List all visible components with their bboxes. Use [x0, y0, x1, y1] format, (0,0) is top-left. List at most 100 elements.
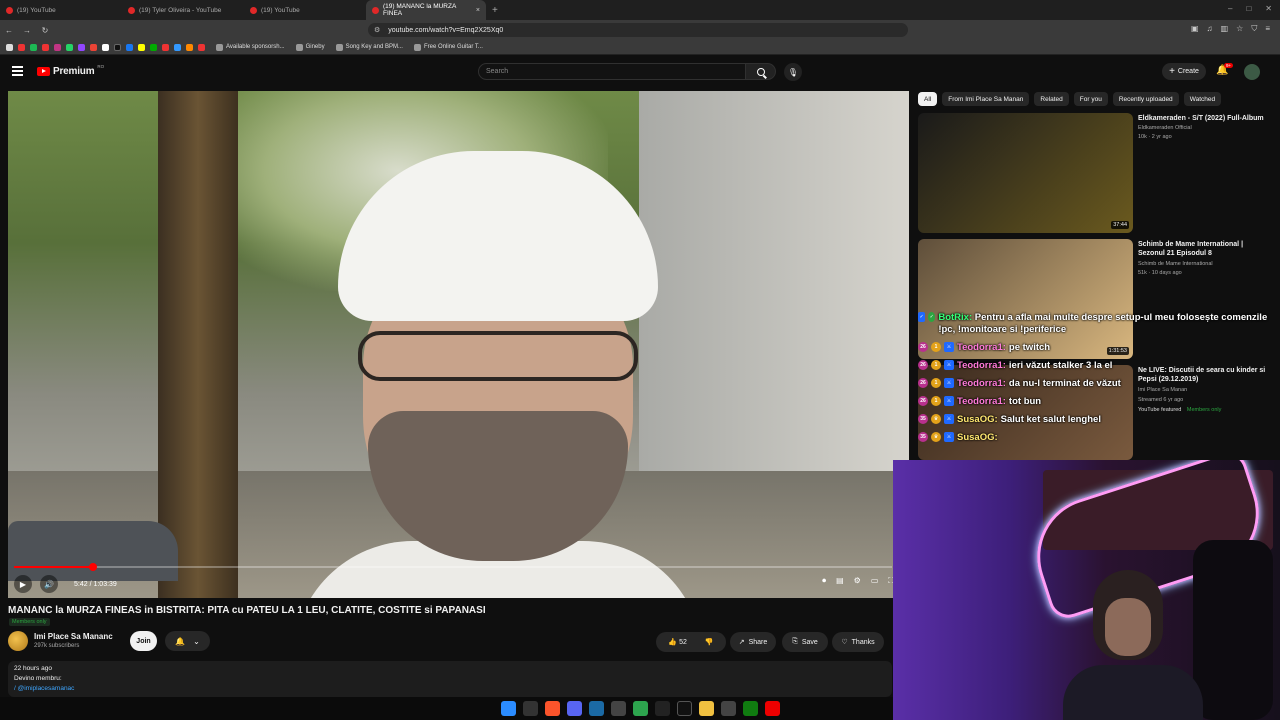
gmail-icon[interactable] [90, 43, 97, 51]
join-button[interactable]: Join [130, 631, 157, 651]
browser-tab[interactable]: (19) Tyler Oliveira - YouTube [122, 0, 244, 20]
steam-icon[interactable] [589, 701, 604, 716]
progress-scrubber[interactable] [89, 563, 98, 571]
x-icon[interactable] [677, 701, 692, 716]
volume-button[interactable]: 🔊 [40, 575, 58, 593]
recommended-channel[interactable]: Schimb de Mame International [1138, 261, 1213, 267]
subscribed-button[interactable]: 🔔 ⌄ [165, 631, 210, 651]
minimize-icon[interactable]: – [1228, 4, 1232, 13]
reload-icon[interactable]: ↻ [36, 26, 54, 35]
chat-message: 26 1 ⚔ Teodorra1: ieri văzut stalker 3 l… [918, 356, 1268, 374]
bookmark-item[interactable]: Song Key and BPM... [335, 43, 403, 51]
apps-icon[interactable] [6, 43, 13, 51]
bookmark-favicon-icon[interactable] [162, 43, 169, 51]
app-icon[interactable] [655, 701, 670, 716]
account-avatar[interactable] [1244, 64, 1260, 80]
chip-all[interactable]: All [918, 92, 938, 106]
bookmark-icon[interactable]: ☆ [1236, 24, 1243, 34]
app-icon[interactable] [611, 701, 626, 716]
video-player[interactable] [8, 91, 909, 598]
bookmark-favicon-icon[interactable] [174, 43, 181, 51]
chip-from-channel[interactable]: From Imi Place Sa Manan [942, 92, 1030, 106]
site-info-icon[interactable]: ⚙ [374, 26, 380, 34]
bookmark-favicon-icon[interactable] [150, 43, 157, 51]
youtube-favicon-icon [128, 6, 135, 14]
player-controls: ▶ 🔊 5:42 / 1:03:39 ⏺ ▤ ⚙ ▭ ⛶ [14, 574, 894, 594]
theater-mode-icon[interactable]: ▭ [871, 576, 879, 586]
recommended-video[interactable]: 37:44 Eldkameraden - S/T (2022) Full-Alb… [918, 113, 1270, 235]
video-frame-person [293, 151, 703, 598]
bookmark-favicon-icon[interactable] [138, 43, 145, 51]
share-button[interactable]: ↗ Share [730, 632, 776, 652]
app-icon[interactable] [633, 701, 648, 716]
bookmark-item[interactable]: Gineby [295, 43, 325, 51]
music-icon[interactable]: ♫ [1207, 24, 1213, 34]
channel-avatar[interactable] [8, 631, 28, 651]
youtube-logo[interactable]: Premium RO [37, 64, 104, 77]
chevron-down-icon: ⌄ [193, 636, 200, 646]
facebook-icon[interactable] [126, 43, 133, 51]
video-thumbnail[interactable]: 37:44 [918, 113, 1133, 233]
chip-related[interactable]: Related [1034, 92, 1069, 106]
close-tab-icon[interactable]: × [476, 7, 480, 14]
windows-start-icon[interactable] [501, 701, 516, 716]
forward-icon[interactable]: → [18, 26, 36, 35]
youtube-app-icon[interactable] [765, 701, 780, 716]
instagram-icon[interactable] [54, 43, 61, 51]
xbox-icon[interactable] [743, 701, 758, 716]
like-button[interactable]: 👍 52 [668, 638, 686, 646]
tiktok-icon[interactable] [114, 43, 121, 51]
recommended-title[interactable]: Eldkameraden - S/T (2022) Full-Album [1138, 114, 1268, 123]
play-button[interactable]: ▶ [14, 575, 32, 593]
channel-name[interactable]: Imi Place Sa Mananc [34, 632, 113, 641]
maximize-icon[interactable]: □ [1246, 4, 1251, 13]
autoplay-toggle-icon[interactable]: ⏺ [822, 576, 826, 586]
chip-watched[interactable]: Watched [1183, 92, 1222, 106]
description-box[interactable]: 22 hours ago Devino membru: / @imiplaces… [8, 661, 892, 697]
video-progress-bar[interactable] [14, 563, 892, 571]
close-window-icon[interactable]: ✕ [1265, 4, 1272, 13]
chip-for-you[interactable]: For you [1073, 92, 1108, 106]
browser-tab[interactable]: (19) YouTube [244, 0, 366, 20]
search-button[interactable] [746, 63, 776, 80]
app-icon[interactable] [721, 701, 736, 716]
voice-search-button[interactable]: 🎙 [784, 63, 802, 81]
recommended-channel[interactable]: Eldkameraden Official [1138, 125, 1192, 131]
shield-icon[interactable]: ⛉ [1251, 24, 1257, 34]
url-field[interactable]: ⚙ youtube.com/watch?v=Emq2X25Xq0 [368, 23, 908, 37]
x-icon[interactable] [102, 43, 109, 51]
settings-gear-icon[interactable]: ⚙ [854, 576, 861, 586]
chip-recently-uploaded[interactable]: Recently uploaded [1112, 92, 1179, 106]
whatsapp-icon[interactable] [66, 43, 73, 51]
bookmark-item[interactable]: Available sponsorsh... [216, 43, 285, 51]
youtube-icon[interactable] [42, 43, 49, 51]
discord-icon[interactable] [567, 701, 582, 716]
bookmark-item[interactable]: Free Online Guitar T... [413, 43, 483, 51]
search-input[interactable]: Search [478, 63, 746, 80]
save-button[interactable]: ⎘ Save [782, 632, 828, 652]
menu-icon[interactable] [12, 66, 23, 76]
back-icon[interactable]: ← [0, 26, 18, 35]
recommended-title[interactable]: Schimb de Mame International | Sezonul 2… [1138, 240, 1268, 258]
file-explorer-icon[interactable] [699, 701, 714, 716]
thumbs-down-icon: 👎 [704, 639, 714, 646]
dislike-button[interactable]: 👎 [705, 638, 714, 646]
members-only-badge: Members only [9, 618, 50, 626]
menu-icon[interactable]: ≡ [1265, 24, 1270, 34]
extension-icon[interactable]: ▣ [1191, 24, 1199, 34]
create-button[interactable]: + Create [1162, 63, 1206, 80]
subtitles-icon[interactable]: ▤ [836, 576, 844, 586]
search-icon[interactable] [523, 701, 538, 716]
browser-tab[interactable]: (19) YouTube [0, 0, 122, 20]
bookmark-favicon-icon[interactable] [198, 43, 205, 51]
bookmark-favicon-icon[interactable] [186, 43, 193, 51]
new-tab-button[interactable]: + [492, 5, 498, 16]
brave-browser-icon[interactable] [545, 701, 560, 716]
thanks-button[interactable]: ♡ Thanks [832, 632, 884, 652]
browser-tab-active[interactable]: (19) MANANC la MURZA FINEA × [366, 0, 486, 20]
twitch-icon[interactable] [78, 43, 85, 51]
bookmark-favicon-icon[interactable] [18, 43, 25, 51]
description-link[interactable]: / @imiplacesamanac [14, 684, 886, 694]
spotify-icon[interactable] [30, 43, 37, 51]
sidebar-icon[interactable]: ▥ [1221, 24, 1229, 34]
